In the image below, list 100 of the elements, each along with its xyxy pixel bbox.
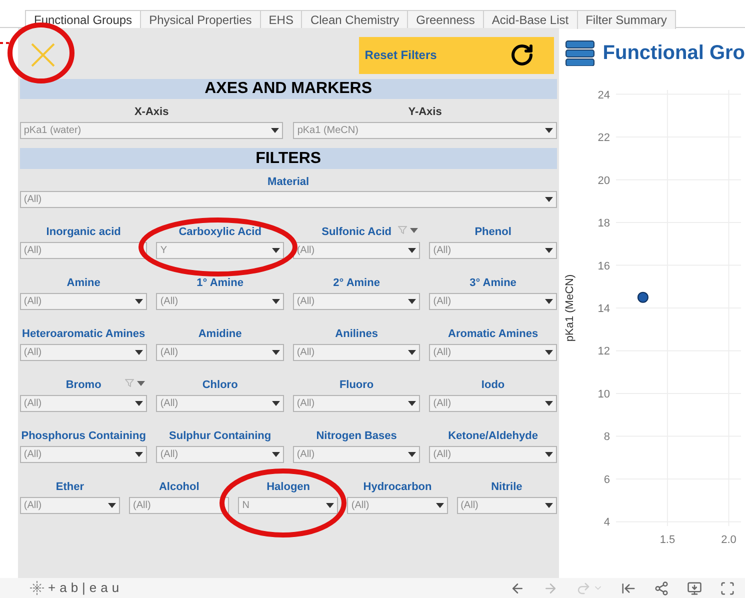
tick-label: 14 [598, 303, 610, 315]
caret-icon [408, 299, 416, 304]
tab[interactable]: Physical Properties [141, 10, 261, 29]
dropdown[interactable]: (All) [456, 497, 557, 514]
filter-label: Nitrile [491, 480, 522, 495]
filter-label: Iodo [481, 378, 505, 393]
caret-icon [326, 503, 334, 508]
caret-icon [544, 299, 553, 304]
tick-label: 6 [604, 474, 610, 486]
dropdown[interactable]: (All) [292, 293, 420, 310]
section-header: FILTERS [20, 148, 557, 169]
caret-icon [272, 248, 280, 253]
reset-filters-button[interactable]: Reset Filters [358, 36, 554, 74]
dropdown[interactable]: (All) [20, 497, 120, 514]
caret-icon [408, 401, 416, 406]
dropdown[interactable]: (All) [20, 293, 148, 310]
caret-icon [271, 128, 280, 133]
caret-icon [544, 350, 553, 355]
dropdown[interactable]: (All) [20, 344, 148, 361]
filter-label: Chloro [202, 378, 238, 393]
tick-label: 20 [598, 174, 610, 187]
dropdown[interactable]: (All) [20, 395, 148, 412]
dropdown[interactable]: (All) [292, 344, 420, 361]
caret-icon [135, 401, 144, 406]
filter-label: Material [268, 175, 310, 188]
back-icon[interactable] [510, 580, 525, 596]
caret-icon [544, 503, 553, 508]
dropdown[interactable]: (All) [429, 446, 557, 463]
section-header: AXES AND MARKERS [20, 79, 557, 99]
tick-label: 24 [598, 89, 610, 102]
dropdown[interactable]: (All) [429, 395, 557, 412]
tab[interactable]: Filter Summary [578, 10, 676, 29]
caret-icon [544, 401, 553, 406]
dropdown[interactable]: (All) [292, 242, 420, 259]
dropdown[interactable]: pKa1 (water) [20, 122, 284, 139]
tick-label: 10 [598, 388, 610, 400]
dropdown[interactable]: N [238, 497, 338, 514]
filter-label: Phosphorus Containing [21, 428, 146, 444]
dropdown[interactable]: (All) [429, 242, 557, 259]
tab[interactable]: Greenness [408, 10, 484, 29]
filter-label: Aromatic Amines [448, 326, 538, 342]
dropdown[interactable]: (All) [129, 497, 230, 514]
axis-title: pKa1 (MeCN) [564, 274, 576, 342]
dropdown[interactable]: (All) [20, 191, 557, 208]
download-icon[interactable] [687, 580, 702, 596]
fullscreen-icon[interactable] [720, 580, 735, 596]
tick-label: 1.5 [660, 534, 675, 546]
filter-label: Hydrocarbon [363, 480, 432, 495]
caret-icon [544, 128, 553, 133]
tick-label: 16 [598, 260, 610, 272]
tab[interactable]: EHS [260, 10, 302, 29]
caret-icon [544, 452, 553, 457]
caret-icon [436, 503, 444, 508]
tick-label: 12 [598, 346, 610, 358]
filter-label: Heteroaromatic Amines [22, 326, 146, 342]
tick-label: 4 [604, 516, 610, 529]
dropdown[interactable]: Y [156, 242, 284, 259]
filter-label: Sulphur Containing [169, 428, 272, 444]
filter-label: Halogen [266, 480, 310, 495]
caret-icon [408, 248, 416, 253]
dropdown[interactable]: (All) [20, 242, 148, 259]
dropdown[interactable]: (All) [429, 344, 557, 361]
dropdown[interactable]: (All) [292, 395, 420, 412]
caret-icon [544, 197, 553, 202]
axis-label: Y-Axis [408, 105, 442, 118]
dropdown[interactable]: (All) [156, 395, 284, 412]
tab[interactable]: Acid-Base List [484, 10, 578, 29]
dropdown[interactable]: (All) [20, 446, 148, 463]
filter-label: 1° Amine [196, 276, 244, 291]
dropdown[interactable]: (All) [156, 344, 284, 361]
caret-icon[interactable] [137, 380, 146, 386]
filter-label: Amidine [198, 326, 242, 342]
filter-label: Nitrogen Bases [316, 428, 397, 444]
dropdown[interactable]: (All) [156, 446, 284, 463]
caret-icon [135, 299, 144, 304]
caret-icon [408, 350, 416, 355]
filter-label: Alcohol [158, 480, 200, 495]
revert-icon[interactable] [621, 580, 636, 596]
dropdown[interactable]: pKa1 (MeCN) [293, 122, 557, 139]
caret-icon [135, 350, 144, 355]
filter-label: Phenol [474, 224, 512, 240]
dropdown[interactable]: (All) [429, 293, 557, 310]
dropdown[interactable]: (All) [156, 293, 284, 310]
dotted-line [0, 42, 11, 44]
tab[interactable]: Clean Chemistry [302, 10, 408, 29]
data-point[interactable] [637, 292, 648, 303]
filter-label: 3° Amine [470, 276, 516, 291]
caret-icon [135, 452, 144, 457]
caret-icon [544, 248, 553, 253]
tick-label: 8 [604, 431, 610, 444]
filter-label: Amine [66, 276, 100, 291]
dropdown[interactable]: (All) [347, 497, 448, 514]
share-icon[interactable] [654, 580, 669, 596]
menu-icon[interactable] [564, 40, 595, 66]
filter-label: Bromo [66, 378, 102, 393]
dropdown[interactable]: (All) [292, 446, 420, 463]
filter-label: Sulfonic Acid [322, 224, 392, 240]
caret-icon[interactable] [410, 228, 418, 232]
filter-label: Ketone/Aldehyde [448, 428, 538, 444]
annotation-circle [8, 22, 74, 84]
